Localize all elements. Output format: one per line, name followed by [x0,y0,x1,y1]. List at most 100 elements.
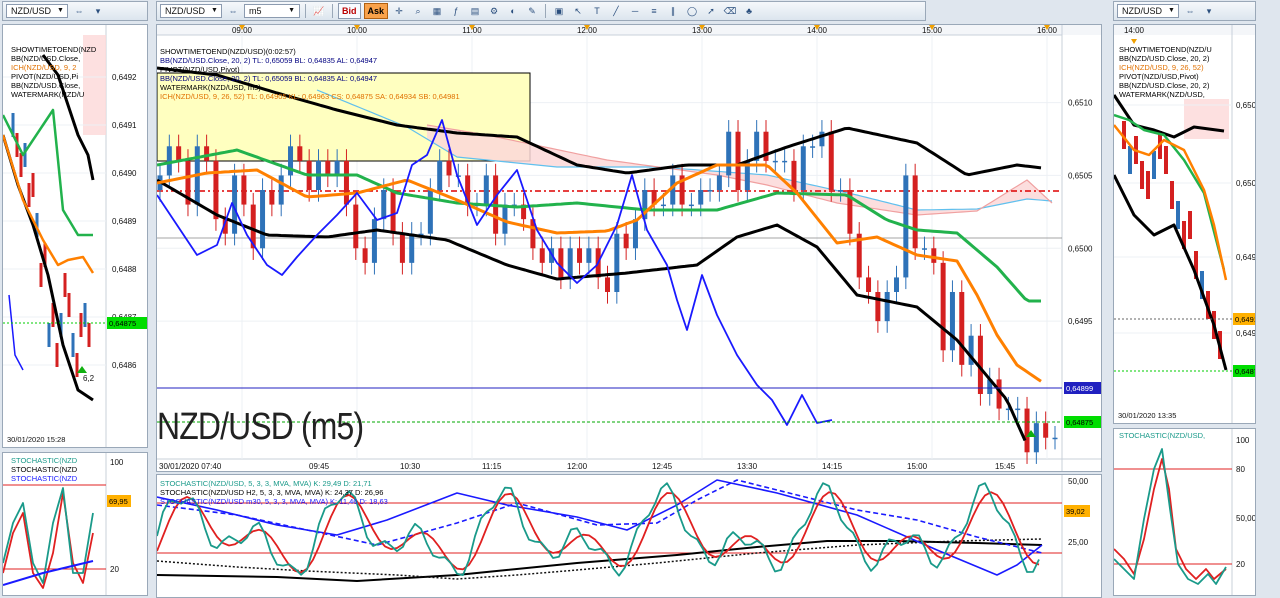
chart-watermark-title: NZD/USD (m5) [157,406,364,448]
crosshair-icon[interactable]: ✛ [391,4,407,18]
stoch-d-line [1114,458,1227,580]
bottom-time-label: 12:45 [652,462,673,471]
candle [838,190,844,192]
link-icon[interactable]: ⇔ [1182,4,1198,18]
stoch-axis-label: 20 [1236,560,1245,569]
link-icon[interactable]: ⇔ [225,4,241,18]
arrow-icon[interactable]: ➚ [703,4,719,18]
right-legend-line: BB(NZD/USD.Close, 20, 2) [1119,54,1210,63]
bottom-time-label: 14:15 [822,462,843,471]
pencil-icon[interactable]: ✎ [524,4,540,18]
ellipse-icon[interactable]: ◯ [684,4,700,18]
main-toolbar: NZD/USD ▼ ⇔ m5 ▼ 📈 Bid Ask ✛ ⌕ ▦ ƒ ▤ ⚙ ◐ ✎… [156,1,926,21]
left-legend-line: SHOWTIMETOEND(NZD [11,45,97,54]
stoch-axis-label: 100 [1236,436,1250,445]
candle [278,175,284,205]
candle [875,292,881,322]
horizontal-line-icon[interactable]: ─ [627,4,643,18]
chart-type-icon[interactable]: 📈 [311,4,327,18]
main-stoch-legend: STOCHASTIC(NZD/USD, 5, 3, 3, MVA, MVA) K… [160,479,388,506]
candle [297,146,303,161]
candle [931,248,937,263]
left-stoch-legend: STOCHASTIC(NZD STOCHASTIC(NZD STOCHASTIC(N… [11,456,77,483]
candle [213,160,219,220]
indicator-icon[interactable]: ƒ [448,4,464,18]
palette-icon[interactable]: ◐ [505,4,521,18]
candle [79,313,83,337]
candle [586,248,592,263]
text-tool-icon[interactable]: T [589,4,605,18]
right-legend-line: BB(NZD/USD.Close, 20, 2) [1119,81,1210,90]
left-legend-line: BB(NZD/USD.Close, [11,54,81,63]
main-legend-line: PIVOT(NZD/USD,Pivot) [160,65,240,74]
left-toolbar: NZD/USD ▼ ⇔ ▾ [2,1,148,21]
candle [67,293,71,317]
candle [1033,423,1039,453]
top-time-axis [157,25,1101,35]
candle [47,323,51,347]
price-tag-current: 0,64875 [109,319,136,328]
right-symbol-select[interactable]: NZD/USD ▼ [1117,4,1179,18]
price-tag-line: 0,64899 [1066,384,1093,393]
dropdown-icon[interactable]: ▾ [90,4,106,18]
grid-icon[interactable]: ▦ [429,4,445,18]
right-legend-line: PIVOT(NZD/USD,Pivot) [1119,72,1199,81]
tree-icon[interactable]: ♣ [741,4,757,18]
settings-icon[interactable]: ⚙ [486,4,502,18]
candle [623,233,629,249]
candle [409,233,415,263]
candle [1164,146,1168,174]
candle [912,175,918,249]
bottom-time-label: 11:15 [482,462,502,471]
timeframe-label: m5 [249,6,262,16]
trendline-icon[interactable]: ╱ [608,4,624,18]
left-stoch-legend-line: STOCHASTIC(NZD [11,474,78,483]
right-stochastic-chart: 100 80 50,00 20 [1114,429,1255,595]
main-legend: SHOWTIMETOEND(NZD/USD)(0:02:57) BB(NZD/US… [160,47,460,101]
main-stoch-legend-line: STOCHASTIC(NZD/USD m30, 5, 3, 3, MVA, MV… [160,497,388,506]
candle [55,343,59,367]
timeframe-select[interactable]: m5 ▼ [244,4,300,18]
y-axis-label: 0,6490 [112,169,137,178]
candle [1015,408,1021,411]
right-timestamp: 30/01/2020 13:35 [1118,411,1177,420]
chevron-down-icon: ▼ [288,7,295,14]
left-symbol-select[interactable]: NZD/USD ▼ [6,4,68,18]
main-symbol-select[interactable]: NZD/USD ▼ [160,4,222,18]
time-marker-icon [1131,39,1137,44]
zoom-icon[interactable]: ⌕ [410,4,426,18]
cursor-icon[interactable]: ↖ [570,4,586,18]
main-legend-line: BB(NZD/USD.Close, 20, 2) TL: 0,65059 BL:… [160,74,378,83]
channel-icon[interactable]: ∥ [665,4,681,18]
candle [446,160,452,176]
candle [921,248,927,250]
y-axis-label: 0,6495 [1236,253,1256,262]
toolbar-divider [332,4,333,18]
template-icon[interactable]: ▤ [467,4,483,18]
stoch-axis-label: 100 [110,458,124,467]
candle [325,160,331,176]
main-stoch-legend-line: STOCHASTIC(NZD/USD H2, 5, 3, 3, MVA, MVA… [160,488,384,497]
right-stoch-legend-line: STOCHASTIC(NZD/USD, [1119,431,1206,440]
link-icon[interactable]: ⇔ [71,4,87,18]
right-stoch-legend: STOCHASTIC(NZD/USD, [1119,431,1205,440]
dropdown-icon[interactable]: ▾ [1201,4,1217,18]
left-stoch-panel: 100 69,95 20 STOCHASTIC(NZD STOCHASTIC(NZD S… [2,452,148,596]
left-stoch-legend-line: STOCHASTIC(NZD [11,465,78,474]
stoch-h2-ma-line [157,540,1043,582]
bid-button[interactable]: Bid [338,3,361,19]
candle [1140,161,1144,189]
ask-button[interactable]: Ask [363,3,389,19]
candle [1176,201,1180,229]
candle [71,333,75,357]
candle [39,263,43,287]
bottom-time-label: 30/01/2020 07:40 [159,462,222,471]
image-icon[interactable]: ▣ [551,4,567,18]
candle [437,160,443,190]
main-legend-line: BB(NZD/USD.Close, 20, 2) TL: 0,65059 BL:… [160,56,378,65]
fibonacci-icon[interactable]: ≡ [646,4,662,18]
candle [940,262,946,351]
main-legend-line: WATERMARK(NZD/USD, m5) [160,83,261,92]
candle [707,190,713,192]
eraser-icon[interactable]: ⌫ [722,4,738,18]
